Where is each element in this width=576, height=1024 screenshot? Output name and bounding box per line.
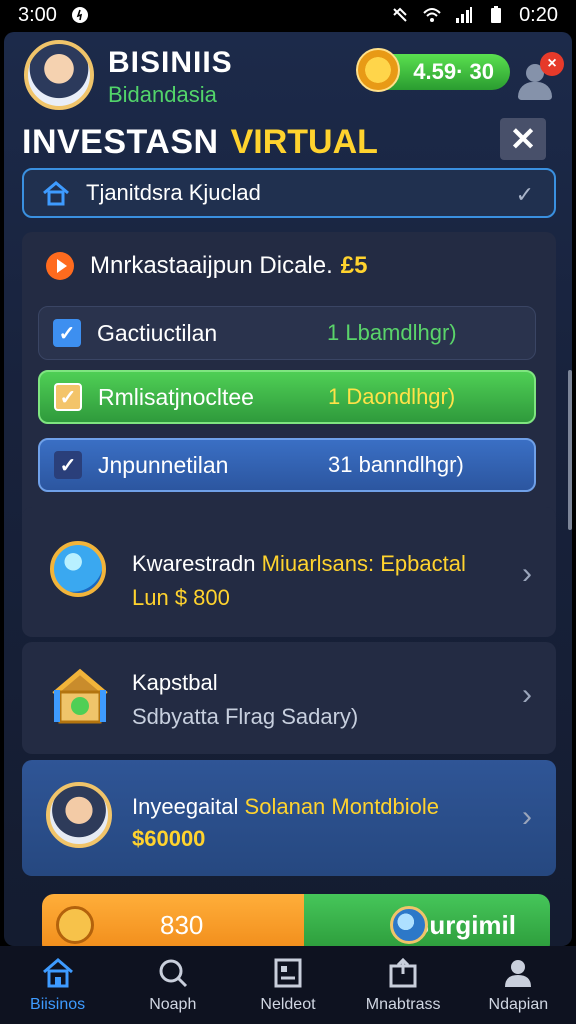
home-icon [42, 958, 73, 988]
tab-business[interactable]: Biisinos [0, 946, 115, 1024]
task-item[interactable]: ✓ Gactiuctilan 1 Lbamdlhgr) [38, 306, 536, 360]
tab-news[interactable]: Neldeot [230, 946, 345, 1024]
tab-label: Ndapian [488, 996, 549, 1013]
task-name: Jnpunnetilan [98, 451, 229, 478]
tab-label: Biisinos [30, 996, 86, 1013]
signal-icon [456, 7, 473, 23]
header: BISINIIS Bidandasia 4.59· 30 × [22, 38, 564, 118]
play-icon [46, 252, 74, 280]
capital-row[interactable]: Kapstbal Sdbyatta Flrag Sadary) › [22, 642, 556, 754]
row-title: Inyeegaital Solanan Montdbiole [132, 794, 439, 820]
row-subtitle: $60000 [132, 826, 206, 851]
page-title: INVESTASN [22, 122, 219, 161]
chevron-right-icon: › [522, 800, 532, 833]
app-container: BISINIIS Bidandasia 4.59· 30 × INVESTASN… [4, 32, 572, 956]
coin-balance: 4.59· 30 [413, 59, 494, 84]
task-name: Gactiuctilan [97, 319, 218, 346]
investment-row[interactable]: Kwarestradn Miuarlsans: Epbactal Lun $ 8… [22, 507, 556, 637]
task-item[interactable]: ✓ Rmlisatjnocltee 1 Daondlhgr) [38, 370, 536, 424]
row-subtitle: Lun $ 800 [132, 585, 230, 610]
mute-icon [393, 7, 407, 22]
row-title: Kapstbal [132, 670, 218, 695]
home-icon [43, 181, 69, 206]
row-title-accent: Solanan Montdbiole [244, 794, 440, 819]
chevron-down-icon: ✓ [515, 182, 534, 207]
task-reward: 31 banndlhgr) [328, 452, 464, 477]
mentor-row[interactable]: Inyeegaital Solanan Montdbiole $60000 › [22, 760, 556, 876]
inbox-icon [389, 957, 417, 988]
status-clock: 0:20 [519, 3, 558, 26]
mission-header: Mnrkastaaijpun Dicale. £5 [46, 252, 367, 280]
checkbox[interactable]: ✓ [53, 319, 81, 347]
tab-profile[interactable]: Ndapian [461, 946, 576, 1024]
row-title-text: Inyeegaital [132, 794, 239, 819]
dropdown-label: Tjanitdsra Kjuclad [86, 180, 261, 205]
close-button[interactable]: ✕ [500, 118, 546, 160]
wifi-icon [423, 8, 441, 22]
user-icon-body [518, 82, 552, 100]
task-reward: 1 Daondlhgr) [328, 384, 456, 409]
brand: BISINIIS Bidandasia [108, 46, 233, 108]
status-time: 3:00 [18, 3, 57, 26]
task-name: Rmlisatjnocltee [98, 383, 254, 410]
mentor-avatar [46, 782, 112, 848]
row-subtitle: Sdbyatta Flrag Sadary) [132, 704, 359, 729]
mission-value: £5 [340, 252, 368, 279]
page-title-bar: INVESTASN VIRTUAL ✕ [22, 114, 556, 170]
chevron-right-icon: › [522, 557, 532, 590]
mission-label: Mnrkastaaijpun Dicale. [90, 252, 333, 279]
gem-icon [50, 541, 106, 597]
news-icon [274, 958, 302, 988]
checkbox[interactable]: ✓ [54, 383, 82, 411]
app-name: BISINIIS [108, 46, 233, 79]
battery-icon [491, 6, 502, 23]
tab-inbox[interactable]: Mnabtrass [346, 946, 461, 1024]
category-dropdown[interactable]: Tjanitdsra Kjuclad ✓ [22, 168, 556, 218]
avatar[interactable] [24, 40, 94, 110]
tab-label: Noaph [149, 996, 197, 1013]
row-title: Kwarestradn Miuarlsans: Epbactal [132, 551, 466, 577]
notification-badge: × [540, 52, 564, 76]
checkbox[interactable]: ✓ [54, 451, 82, 479]
coin-counter-value: 830 [160, 909, 204, 940]
tab-search[interactable]: Noaph [115, 946, 230, 1024]
row-title-accent: Miuarlsans: Epbactal [261, 551, 466, 576]
status-bar: 3:00 0:20 [0, 0, 576, 30]
chevron-right-icon: › [522, 678, 532, 711]
house-icon [52, 668, 108, 724]
page-title-accent: VIRTUAL [230, 122, 378, 161]
profile-icon [505, 960, 532, 987]
search-icon [159, 959, 187, 988]
profile-button[interactable]: × [512, 52, 564, 102]
power-icon [71, 7, 88, 23]
coin-chat-icon [56, 906, 94, 944]
app-subtitle: Bidandasia [108, 82, 217, 107]
task-item[interactable]: ✓ Jnpunnetilan 31 banndlhgr) [38, 438, 536, 492]
row-title-text: Kwarestradn [132, 551, 256, 576]
tab-label: Mnabtrass [365, 996, 441, 1013]
task-reward: 1 Lbamdlhgr) [327, 320, 457, 345]
globe-icon [390, 906, 428, 944]
gear-coin-icon [356, 48, 400, 92]
bottom-tab-bar: Biisinos Noaph Neldeot Mnabtrass Ndapian [0, 946, 576, 1024]
scrollbar[interactable] [568, 370, 572, 530]
tab-label: Neldeot [260, 996, 316, 1013]
